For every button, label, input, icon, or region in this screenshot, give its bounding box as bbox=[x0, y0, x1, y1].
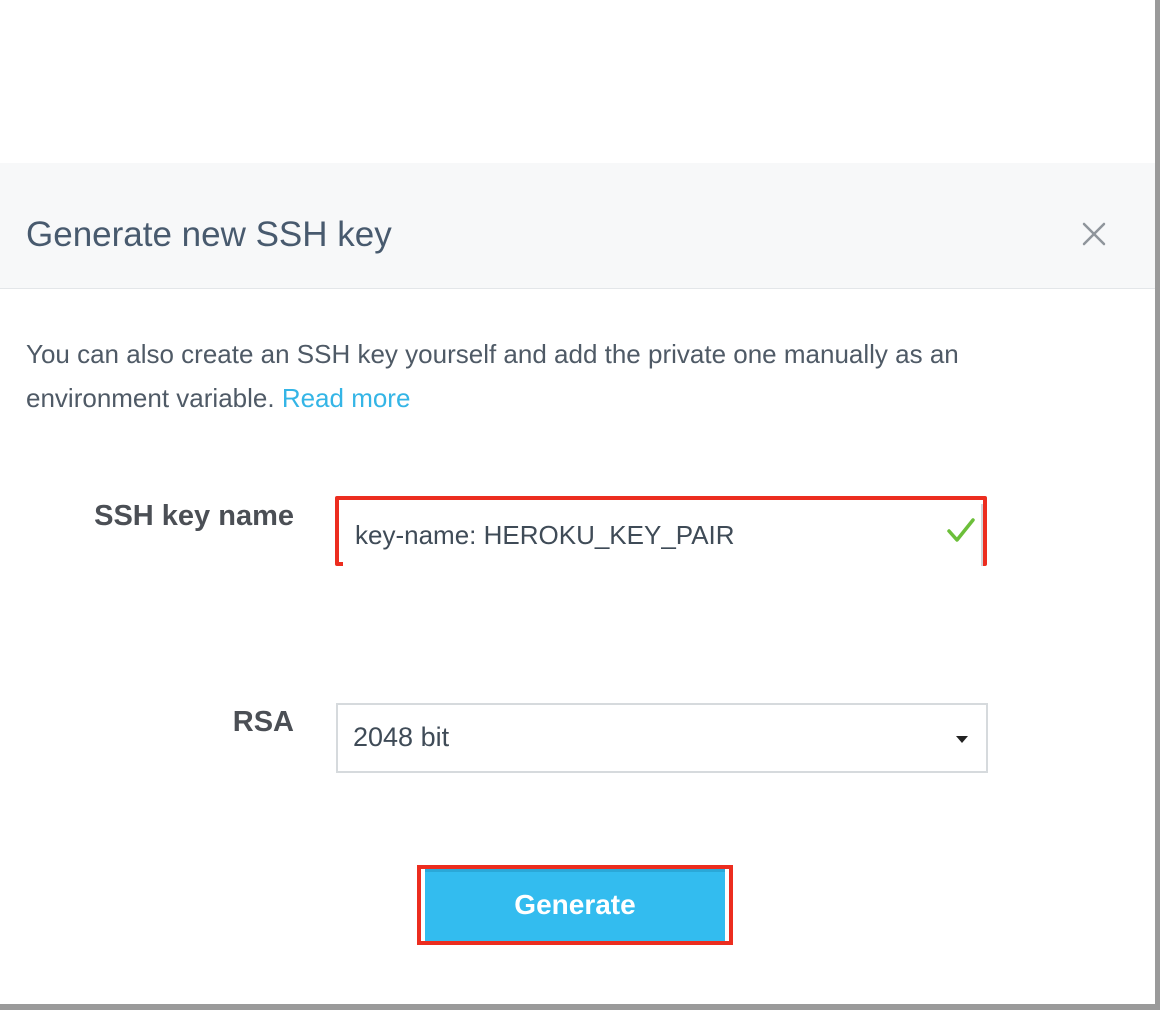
modal-header: Generate new SSH key bbox=[0, 163, 1155, 289]
generate-button[interactable]: Generate bbox=[425, 869, 725, 941]
checkmark-icon bbox=[947, 518, 975, 542]
backdrop-bottom-edge bbox=[0, 1004, 1160, 1010]
ssh-key-name-input[interactable] bbox=[343, 504, 983, 566]
intro-text: You can also create an SSH key yourself … bbox=[26, 339, 959, 413]
close-icon bbox=[1082, 222, 1106, 246]
rsa-label: RSA bbox=[232, 706, 294, 738]
caret-down-icon bbox=[956, 736, 968, 743]
rsa-select[interactable]: 2048 bit bbox=[336, 703, 988, 773]
rsa-selected-value: 2048 bit bbox=[353, 722, 450, 752]
generate-button-highlight: Generate bbox=[417, 865, 733, 945]
ssh-key-name-label: SSH key name bbox=[94, 500, 294, 532]
read-more-link[interactable]: Read more bbox=[282, 383, 411, 413]
generate-ssh-key-modal: Generate new SSH key You can also create… bbox=[0, 163, 1155, 1004]
ssh-key-name-highlight bbox=[335, 496, 987, 566]
close-button[interactable] bbox=[1076, 216, 1112, 252]
backdrop-right-edge bbox=[1155, 0, 1160, 1010]
page: deploy Generate new SSH key You can also… bbox=[0, 0, 1160, 1010]
intro-text-block: You can also create an SSH key yourself … bbox=[26, 332, 1106, 420]
modal-title: Generate new SSH key bbox=[26, 215, 392, 254]
